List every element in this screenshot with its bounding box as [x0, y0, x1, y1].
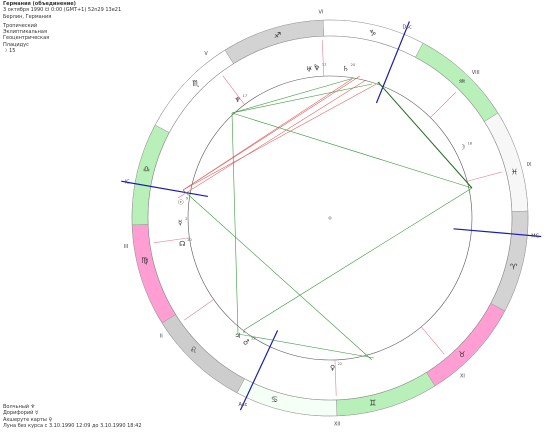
- house-label: Dsc: [403, 25, 412, 31]
- chart-footer: Волчьный ♆ Дорифорий ☿ Ахшеруте карты ♀ …: [3, 404, 142, 429]
- house-label: IX: [527, 162, 532, 168]
- house-label: VIII: [472, 70, 480, 76]
- sign-glyph: ♐: [274, 31, 281, 40]
- planet-degree: 17: [243, 94, 248, 98]
- house-label: XII: [334, 421, 340, 427]
- sign-glyph: ♎: [143, 164, 150, 173]
- planet-glyph: ♅: [306, 65, 312, 73]
- planet-degree: 18: [467, 142, 472, 146]
- sign-glyph: ♊: [369, 399, 376, 408]
- sign-glyph: ♒: [458, 77, 465, 86]
- planet-glyph: ☿: [178, 219, 182, 227]
- planet-glyph: ☽: [459, 144, 465, 152]
- natal-chart-wheel: VIDscVIIIIXMCXIXIIAscIIIIIICV♑♒♓♈♉♊♋♌♍♎♏…: [121, 10, 542, 427]
- planet-glyph: ♆: [314, 65, 320, 73]
- house-label: IC: [125, 180, 130, 186]
- planet-degree: 22: [338, 362, 343, 366]
- planet-degree: 5: [243, 330, 245, 334]
- sign-glyph: ♈: [510, 263, 517, 272]
- planet-glyph: ♃: [235, 332, 241, 340]
- footer-line-4: Луна без курса с 3.10.1990 12:09 до 3.10…: [3, 422, 142, 429]
- house-label: VI: [319, 10, 324, 16]
- planet-degree: 22: [251, 336, 256, 340]
- planet-degree: 20: [187, 238, 192, 242]
- planet-degree: 20: [351, 63, 356, 67]
- sign-glyph: ♓: [511, 168, 518, 177]
- planet-glyph: ♆: [235, 96, 241, 104]
- planet-glyph: ☊: [179, 240, 185, 248]
- sign-glyph: ♉: [458, 350, 465, 359]
- planet-glyph: ☉: [178, 198, 184, 206]
- house-label: MC: [531, 233, 539, 239]
- sign-glyph: ♌: [190, 345, 197, 354]
- house-label: III: [124, 244, 128, 250]
- house-label: II: [160, 334, 163, 340]
- planet-degree: 2: [185, 217, 187, 221]
- planet-glyph: ♄: [343, 65, 349, 73]
- house-label: XI: [460, 373, 465, 379]
- house-label: Asc: [239, 402, 248, 408]
- sign-glyph: ♏: [192, 79, 200, 88]
- planet-degree: 12: [322, 63, 327, 67]
- planet-glyph: ♂: [243, 338, 249, 346]
- sign-glyph: ♍: [141, 256, 148, 265]
- planet-glyph: ♀: [330, 364, 335, 372]
- house-label: V: [204, 51, 208, 57]
- sign-glyph: ♑: [369, 28, 376, 37]
- sign-glyph: ♋: [271, 395, 278, 404]
